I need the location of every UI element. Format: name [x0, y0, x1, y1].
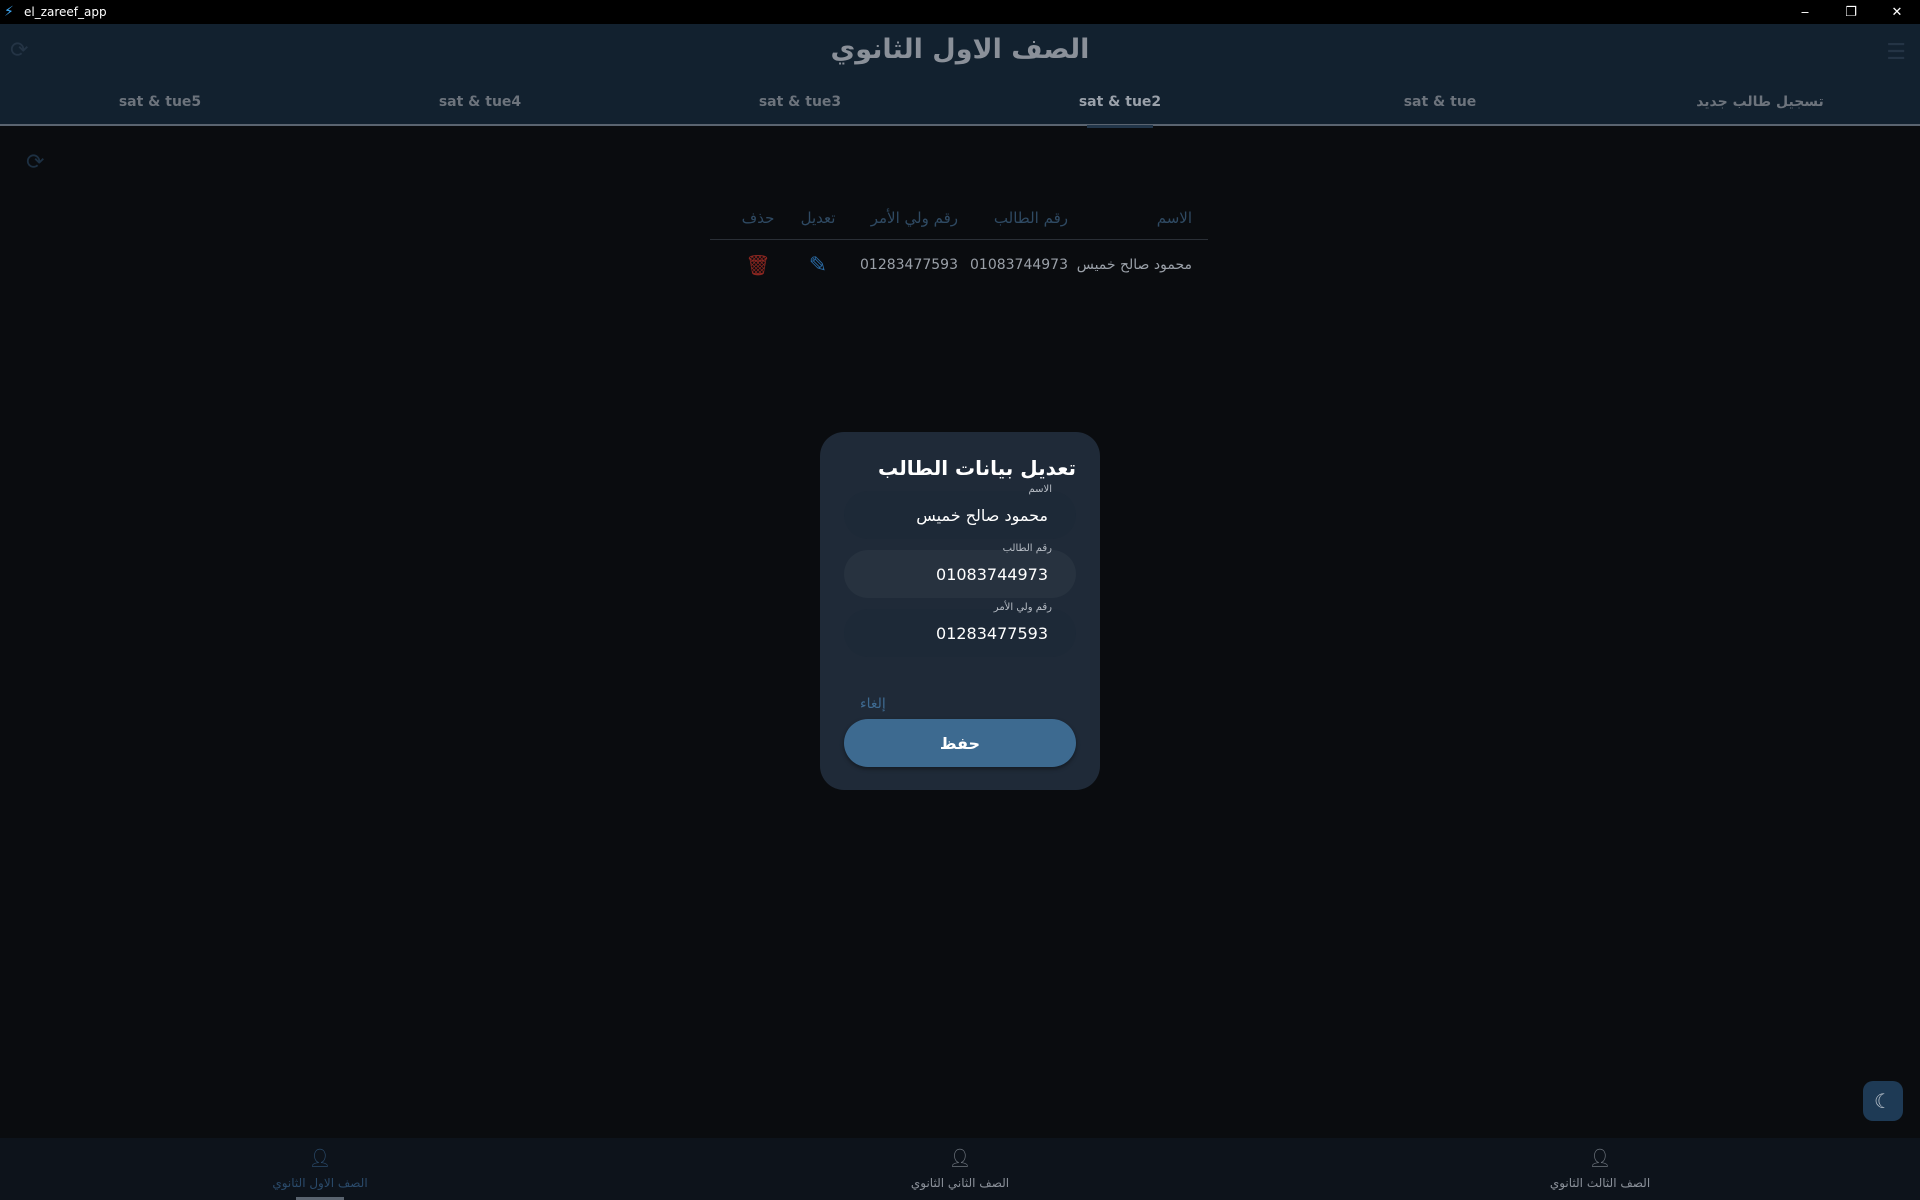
nav-third-secondary[interactable]: 👤︎ الصف الثالث الثانوي: [1280, 1138, 1920, 1200]
close-button[interactable]: ✕: [1874, 0, 1920, 24]
tab-register-student[interactable]: تسجيل طالب جديد: [1600, 88, 1920, 126]
refresh-icon[interactable]: ⟳: [26, 150, 44, 175]
person-icon: 👤︎: [948, 1148, 972, 1169]
parent-phone-input[interactable]: 01283477593: [844, 609, 1076, 657]
cell-parent-phone: 01283477593: [860, 257, 958, 273]
nav-first-secondary[interactable]: 👤︎ الصف الاول الثانوي: [0, 1138, 640, 1200]
nav-second-secondary[interactable]: 👤︎ الصف الثاني الثانوي: [640, 1138, 1280, 1200]
students-table: الاسم رقم الطالب رقم ولي الأمر تعديل حذف…: [710, 196, 1208, 290]
cell-name: محمود صالح خميس: [1076, 257, 1192, 273]
table-header: الاسم رقم الطالب رقم ولي الأمر تعديل حذف: [710, 196, 1208, 240]
header-name: الاسم: [1156, 208, 1192, 227]
minimize-button[interactable]: ‒: [1782, 0, 1828, 24]
tab-bar: sat & tue5 sat & tue4 sat & tue3 sat & t…: [0, 88, 1920, 128]
edit-student-dialog: تعديل بيانات الطالب الاسم محمود صالح خمي…: [820, 432, 1100, 790]
header-edit: تعديل: [800, 208, 836, 227]
tab-label: sat & tue: [1403, 94, 1477, 110]
page-title: الصف الاول الثانوي: [830, 34, 1090, 65]
tab-sat-tue3[interactable]: sat & tue3: [640, 88, 960, 126]
nav-label: الصف الاول الثانوي: [272, 1176, 368, 1190]
name-field: الاسم محمود صالح خميس: [844, 484, 1076, 539]
tab-sat-tue2[interactable]: sat & tue2: [960, 88, 1280, 128]
tab-sat-tue[interactable]: sat & tue: [1280, 88, 1600, 126]
person-icon: 👤︎: [1588, 1148, 1612, 1169]
theme-toggle-button[interactable]: ☾: [1863, 1081, 1903, 1121]
cancel-button[interactable]: إلغاء: [860, 696, 886, 712]
tab-sat-tue4[interactable]: sat & tue4: [320, 88, 640, 126]
tab-label: sat & tue3: [758, 94, 842, 110]
restore-button[interactable]: ❐: [1828, 0, 1874, 24]
save-button[interactable]: حفظ: [844, 719, 1076, 767]
table-row: محمود صالح خميس 01083744973 01283477593 …: [710, 240, 1208, 290]
moon-icon: ☾: [1874, 1089, 1892, 1113]
student-phone-field: رقم الطالب 01083744973: [844, 543, 1076, 598]
delete-icon[interactable]: 🗑: [745, 253, 770, 277]
nav-label: الصف الثالث الثانوي: [1549, 1176, 1651, 1190]
bottom-navigation: 👤︎ الصف الاول الثانوي 👤︎ الصف الثاني الث…: [0, 1138, 1920, 1200]
person-icon: 👤︎: [308, 1148, 332, 1169]
window-title: el_zareef_app: [24, 5, 107, 19]
cell-student-phone: 01083744973: [970, 257, 1068, 273]
flutter-logo-icon: ⚡: [4, 4, 14, 20]
tab-label: sat & tue5: [118, 94, 202, 110]
tab-label: sat & tue4: [438, 94, 522, 110]
name-input[interactable]: محمود صالح خميس: [844, 491, 1076, 539]
header-parent-phone: رقم ولي الأمر: [870, 208, 958, 227]
header-delete: حذف: [741, 208, 775, 227]
header-student-phone: رقم الطالب: [993, 208, 1068, 227]
app-bar: ⟳ الصف الاول الثانوي ☰ sat & tue5 sat & …: [0, 24, 1920, 128]
tab-label: sat & tue2: [1078, 94, 1162, 110]
menu-icon[interactable]: ☰: [1886, 40, 1906, 65]
tab-sat-tue5[interactable]: sat & tue5: [0, 88, 320, 126]
window-titlebar: ⚡ el_zareef_app ‒ ❐ ✕: [0, 0, 1920, 24]
parent-phone-field: رقم ولي الأمر 01283477593: [844, 602, 1076, 657]
tab-label: تسجيل طالب جديد: [1696, 94, 1824, 110]
edit-icon[interactable]: ✎: [809, 253, 827, 278]
dialog-title: تعديل بيانات الطالب: [878, 456, 1076, 480]
student-phone-input[interactable]: 01083744973: [844, 550, 1076, 598]
nav-label: الصف الثاني الثانوي: [910, 1176, 1010, 1190]
tab-indicator: [1087, 125, 1153, 128]
